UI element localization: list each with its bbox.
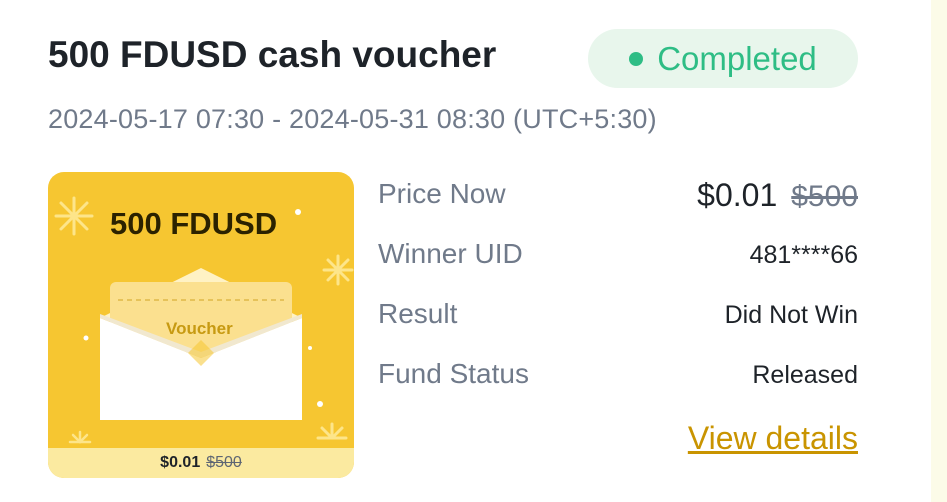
fund-status-value: Released: [752, 361, 858, 389]
card-price-bar: $0.01 $500: [48, 448, 354, 478]
right-edge-strip: [931, 0, 947, 502]
voucher-title: 500 FDUSD cash voucher: [48, 34, 497, 75]
result-label: Result: [378, 298, 458, 329]
price-now-value: $0.01 $500: [697, 177, 858, 214]
fund-status-label: Fund Status: [378, 358, 529, 389]
card-price: $0.01: [160, 454, 201, 471]
result-value: Did Not Win: [724, 301, 858, 329]
price-original: $500: [791, 180, 858, 213]
view-details-link[interactable]: View details: [688, 420, 858, 457]
voucher-card-image: 500 FDUSD Voucher $0.01 $500: [48, 172, 354, 478]
voucher-period: 2024-05-17 07:30 - 2024-05-31 08:30 (UTC…: [48, 104, 657, 134]
firework-icon: [322, 254, 354, 286]
card-title: 500 FDUSD: [110, 206, 278, 241]
price-now-label: Price Now: [378, 178, 506, 209]
winner-uid-value: 481****66: [749, 241, 858, 269]
winner-uid-label: Winner UID: [378, 238, 523, 269]
envelope-label: Voucher: [166, 319, 233, 338]
firework-icon: [316, 422, 348, 440]
status-dot-icon: [629, 51, 644, 66]
firework-icon: [68, 430, 92, 444]
price-now: $0.01: [697, 177, 778, 213]
status-badge: Completed: [588, 29, 858, 88]
status-text: Completed: [657, 39, 817, 77]
card-original-price: $500: [206, 454, 242, 471]
